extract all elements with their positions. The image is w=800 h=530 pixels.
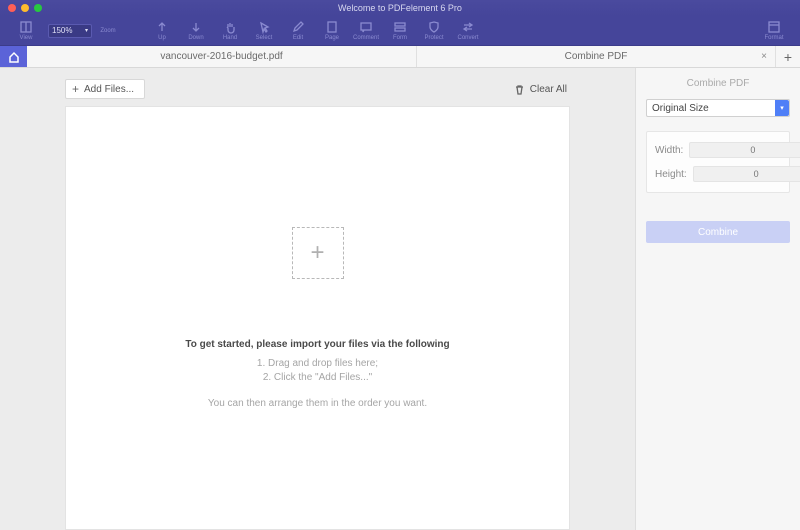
page-size-value: Original Size xyxy=(652,103,709,114)
add-files-button[interactable]: + Add Files... xyxy=(65,79,145,99)
side-panel-title: Combine PDF xyxy=(646,78,790,89)
plus-icon: + xyxy=(72,82,79,96)
drop-heading: To get started, please import your files… xyxy=(185,339,449,350)
edit-icon xyxy=(291,20,305,34)
comment-icon xyxy=(359,20,373,34)
page-icon xyxy=(325,20,339,34)
up-label: Up xyxy=(158,35,166,41)
drop-line-1: 1. Drag and drop files here; xyxy=(257,358,378,369)
down-label: Down xyxy=(188,35,203,41)
window-controls xyxy=(8,4,42,12)
dimensions-group: Width: mm Height: mm xyxy=(646,131,790,193)
window-title: Welcome to PDFelement 6 Pro xyxy=(0,3,800,13)
drop-footer: You can then arrange them in the order y… xyxy=(208,398,427,409)
height-row: Height: mm xyxy=(655,166,781,182)
content-area: + Add Files... Clear All + To get starte… xyxy=(0,68,800,530)
minimize-icon[interactable] xyxy=(21,4,29,12)
convert-tool[interactable]: Convert xyxy=(452,17,484,45)
shield-icon xyxy=(427,20,441,34)
convert-icon xyxy=(461,20,475,34)
drop-canvas[interactable]: + To get started, please import your fil… xyxy=(65,106,570,530)
main-toolbar-row: + Add Files... Clear All xyxy=(10,78,625,100)
up-tool[interactable]: Up xyxy=(146,17,178,45)
height-label: Height: xyxy=(655,169,687,180)
close-tab-icon[interactable]: × xyxy=(761,51,767,62)
form-tool[interactable]: Form xyxy=(384,17,416,45)
chevron-down-icon: ▾ xyxy=(85,27,88,34)
tab-bar: vancouver-2016-budget.pdf Combine PDF × … xyxy=(0,46,800,68)
side-panel: Combine PDF Original Size ▾ Width: mm He… xyxy=(635,68,800,530)
comment-label: Comment xyxy=(353,35,379,41)
drop-line-2: 2. Click the "Add Files..." xyxy=(263,372,372,383)
add-files-label: Add Files... xyxy=(84,84,134,95)
page-size-select[interactable]: Original Size ▾ xyxy=(646,99,790,117)
arrow-down-icon xyxy=(189,20,203,34)
zoom-select[interactable]: 150% ▾ xyxy=(48,24,92,38)
protect-tool[interactable]: Protect xyxy=(418,17,450,45)
zoom-label: Zoom xyxy=(100,28,115,34)
main-panel: + Add Files... Clear All + To get starte… xyxy=(0,68,635,530)
trash-icon xyxy=(514,84,525,95)
edit-label: Edit xyxy=(293,35,303,41)
drop-plus-icon: + xyxy=(292,227,344,279)
height-input[interactable] xyxy=(693,166,800,182)
down-tool[interactable]: Down xyxy=(180,17,212,45)
document-tab[interactable]: vancouver-2016-budget.pdf xyxy=(27,46,417,67)
clear-all-button[interactable]: Clear All xyxy=(514,84,567,95)
combine-tab-label: Combine PDF xyxy=(565,51,628,62)
form-icon xyxy=(393,20,407,34)
width-row: Width: mm xyxy=(655,142,781,158)
page-tool[interactable]: Page xyxy=(316,17,348,45)
form-label: Form xyxy=(393,35,407,41)
select-tool[interactable]: Select xyxy=(248,17,280,45)
width-label: Width: xyxy=(655,145,683,156)
combine-button[interactable]: Combine xyxy=(646,221,790,243)
comment-tool[interactable]: Comment xyxy=(350,17,382,45)
hand-label: Hand xyxy=(223,35,237,41)
view-label: View xyxy=(20,35,33,41)
combine-button-label: Combine xyxy=(698,227,738,238)
combine-tab[interactable]: Combine PDF × xyxy=(417,46,776,67)
clear-all-label: Clear All xyxy=(530,84,567,95)
edit-tool[interactable]: Edit xyxy=(282,17,314,45)
close-icon[interactable] xyxy=(8,4,16,12)
maximize-icon[interactable] xyxy=(34,4,42,12)
view-icon xyxy=(19,20,33,34)
titlebar: Welcome to PDFelement 6 Pro xyxy=(0,0,800,16)
zoom-value: 150% xyxy=(52,26,72,35)
home-icon xyxy=(8,51,20,63)
arrow-up-icon xyxy=(155,20,169,34)
hand-icon xyxy=(223,20,237,34)
width-input[interactable] xyxy=(689,142,800,158)
hand-tool[interactable]: Hand xyxy=(214,17,246,45)
page-label: Page xyxy=(325,35,339,41)
select-label: Select xyxy=(256,35,273,41)
add-tab-button[interactable]: + xyxy=(776,46,800,67)
protect-label: Protect xyxy=(424,35,443,41)
select-arrow-icon: ▾ xyxy=(775,100,789,116)
format-icon xyxy=(767,20,781,34)
zoom-tool-label: Zoom xyxy=(98,17,118,45)
document-tab-label: vancouver-2016-budget.pdf xyxy=(160,51,282,62)
cursor-icon xyxy=(257,20,271,34)
home-tab[interactable] xyxy=(0,46,27,67)
convert-label: Convert xyxy=(457,35,478,41)
view-tool[interactable]: View xyxy=(10,17,42,45)
format-label: Format xyxy=(764,35,783,41)
main-toolbar: View 150% ▾ Zoom Up Down Hand Select Edi… xyxy=(0,16,800,46)
format-tool[interactable]: Format xyxy=(758,17,790,45)
